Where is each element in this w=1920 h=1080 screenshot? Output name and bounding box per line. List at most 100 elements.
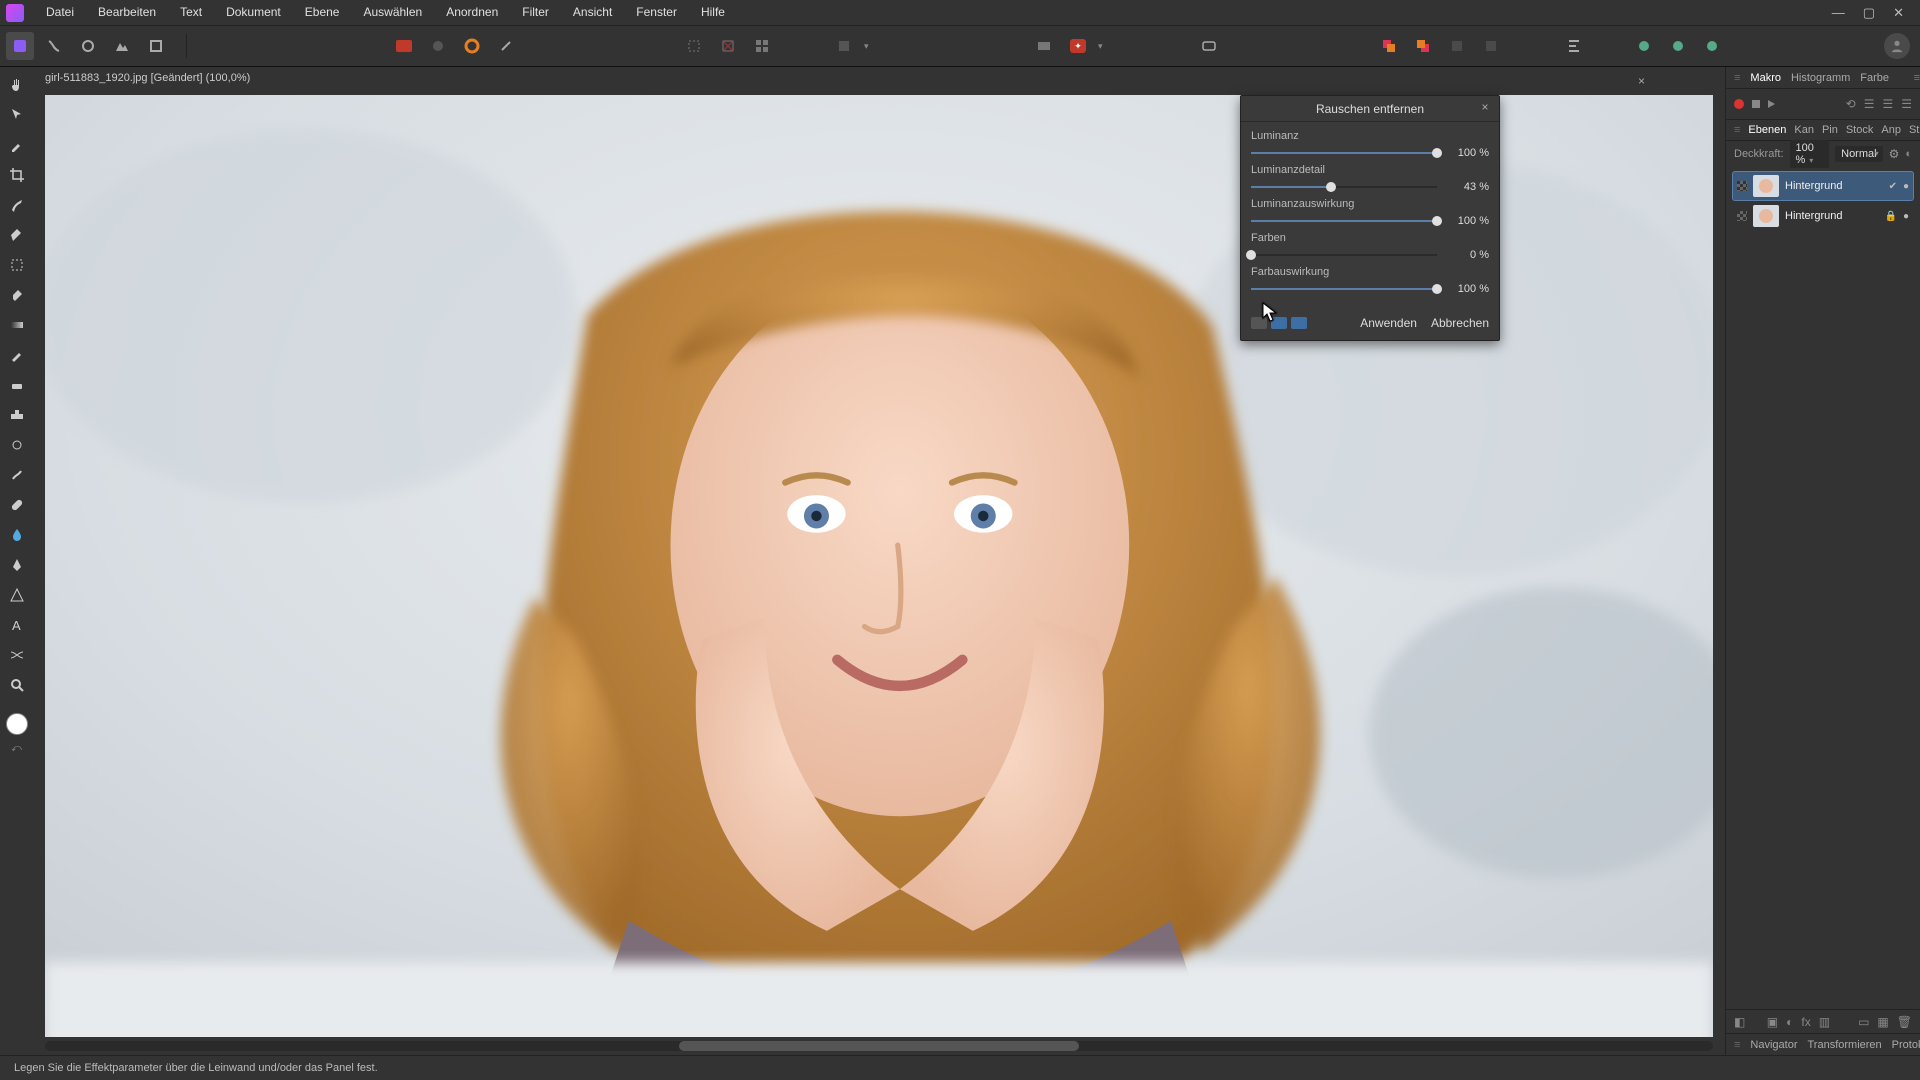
footer-add-icon[interactable]: ▦ xyxy=(1877,1015,1888,1029)
slider-value-luminanzdetail[interactable]: 43 % xyxy=(1445,181,1489,193)
tab-pin[interactable]: Pin xyxy=(1822,124,1838,136)
toolbar-grid-b-icon[interactable] xyxy=(714,32,742,60)
tool-healing-icon[interactable] xyxy=(5,493,29,517)
panel-handle-icon-3[interactable]: ≡ xyxy=(1734,1039,1740,1051)
tool-mesh-icon[interactable] xyxy=(5,643,29,667)
toolbar-arrange-d-icon[interactable] xyxy=(1477,32,1505,60)
menu-text[interactable]: Text xyxy=(168,0,214,25)
slider-value-luminanzauswirkung[interactable]: 100 % xyxy=(1445,215,1489,227)
slider-farben[interactable] xyxy=(1251,248,1437,262)
tool-colorpicker-icon[interactable] xyxy=(5,133,29,157)
horizontal-scrollbar[interactable] xyxy=(45,1041,1713,1051)
layer-lock-icon[interactable]: 🔒 xyxy=(1885,211,1897,222)
tool-paintbrush-icon[interactable] xyxy=(5,343,29,367)
footer-mask-icon[interactable]: ▣ xyxy=(1767,1015,1778,1029)
macro-stop-icon[interactable] xyxy=(1752,100,1760,108)
document-tab[interactable]: girl-511883_1920.jpg [Geändert] (100,0%) xyxy=(33,67,1725,89)
foreground-color-swatch[interactable] xyxy=(6,713,28,735)
tool-erase-icon[interactable] xyxy=(5,373,29,397)
toolbar-quickmask-icon[interactable] xyxy=(830,32,858,60)
tool-flood-select-icon[interactable] xyxy=(5,223,29,247)
menu-ebene[interactable]: Ebene xyxy=(293,0,352,25)
toolbar-insert-c-icon[interactable] xyxy=(1698,32,1726,60)
tab-farbe[interactable]: Farbe xyxy=(1860,72,1889,84)
slider-value-farbauswirkung[interactable]: 100 % xyxy=(1445,283,1489,295)
toolbar-swatch-b-icon[interactable] xyxy=(424,32,452,60)
slider-farbauswirkung[interactable] xyxy=(1251,282,1437,296)
footer-clip-icon[interactable]: ▥ xyxy=(1819,1015,1830,1029)
toolbar-swatch-color-icon[interactable] xyxy=(458,32,486,60)
layer-extra-icon[interactable]: ◐ xyxy=(1905,148,1912,160)
toolbar-dropdown-a-icon[interactable]: ▾ xyxy=(864,41,869,52)
tool-blur-icon[interactable] xyxy=(5,523,29,547)
tool-pen-icon[interactable] xyxy=(5,553,29,577)
tab-navigator[interactable]: Navigator xyxy=(1750,1039,1797,1051)
persona-develop-icon[interactable] xyxy=(74,32,102,60)
dialog-cancel-button[interactable]: Abbrechen xyxy=(1431,316,1489,330)
tool-move-icon[interactable] xyxy=(5,103,29,127)
layer-check-icon[interactable]: ✔ xyxy=(1889,181,1897,192)
layer-name[interactable]: Hintergrund xyxy=(1785,180,1883,192)
menu-anordnen[interactable]: Anordnen xyxy=(434,0,510,25)
toolbar-grid-a-icon[interactable] xyxy=(680,32,708,60)
tab-stil[interactable]: Stil xyxy=(1909,124,1920,136)
toolbar-assistant-icon[interactable]: ✦ xyxy=(1064,32,1092,60)
toolbar-swatch-red-icon[interactable] xyxy=(390,32,418,60)
window-close-icon[interactable]: ✕ xyxy=(1893,5,1904,21)
tab-transformieren[interactable]: Transformieren xyxy=(1808,1039,1882,1051)
preview-mode-b-icon[interactable] xyxy=(1271,317,1287,329)
menu-hilfe[interactable]: Hilfe xyxy=(689,0,737,25)
toolbar-swatch-d-icon[interactable] xyxy=(492,32,520,60)
slider-value-luminanz[interactable]: 100 % xyxy=(1445,147,1489,159)
toolbar-dropdown-b-icon[interactable]: ▾ xyxy=(1098,41,1103,52)
tool-zoom-icon[interactable] xyxy=(5,673,29,697)
tool-marquee-icon[interactable] xyxy=(5,253,29,277)
slider-value-farben[interactable]: 0 % xyxy=(1445,249,1489,261)
persona-photo-icon[interactable] xyxy=(6,32,34,60)
footer-icon-a[interactable]: ◧ xyxy=(1734,1015,1745,1029)
tool-text-icon[interactable]: A xyxy=(5,613,29,637)
layer-dot-icon[interactable]: ● xyxy=(1903,211,1909,222)
tab-anp[interactable]: Anp xyxy=(1881,124,1901,136)
menu-fenster[interactable]: Fenster xyxy=(624,0,689,25)
menu-filter[interactable]: Filter xyxy=(510,0,561,25)
persona-export-icon[interactable] xyxy=(142,32,170,60)
tool-crop-icon[interactable] xyxy=(5,163,29,187)
tool-shape-icon[interactable] xyxy=(5,583,29,607)
tool-gradient-icon[interactable] xyxy=(5,313,29,337)
preview-mode-c-icon[interactable] xyxy=(1291,317,1307,329)
blend-mode-select[interactable]: Normal xyxy=(1835,146,1882,162)
window-maximize-icon[interactable]: ▢ xyxy=(1863,5,1875,21)
menu-bearbeiten[interactable]: Bearbeiten xyxy=(86,0,168,25)
tab-ebenen[interactable]: Ebenen xyxy=(1748,124,1786,136)
tab-kanaele[interactable]: Kan xyxy=(1794,124,1814,136)
tool-selection-brush-icon[interactable] xyxy=(5,193,29,217)
document-tab-close-icon[interactable]: × xyxy=(1638,74,1645,88)
menu-dokument[interactable]: Dokument xyxy=(214,0,293,25)
toolbar-align-icon[interactable] xyxy=(1560,32,1588,60)
window-minimize-icon[interactable]: — xyxy=(1832,5,1845,21)
toolbar-grid-c-icon[interactable] xyxy=(748,32,776,60)
preview-mode-a-icon[interactable] xyxy=(1251,317,1267,329)
layer-row-0[interactable]: Hintergrund ✔ ● xyxy=(1732,171,1914,201)
footer-adjust-icon[interactable]: ◐ xyxy=(1786,1015,1793,1029)
layer-name[interactable]: Hintergrund xyxy=(1785,210,1879,222)
tool-clone-icon[interactable] xyxy=(5,403,29,427)
macro-record-icon[interactable] xyxy=(1734,99,1744,109)
toolbar-preview-icon[interactable] xyxy=(1195,32,1223,60)
macro-opt-b-icon[interactable]: ☰ xyxy=(1864,97,1875,111)
toolbar-insert-a-icon[interactable] xyxy=(1630,32,1658,60)
layer-dot-icon[interactable]: ● xyxy=(1903,181,1909,192)
tool-dodge-icon[interactable] xyxy=(5,433,29,457)
macro-play-icon[interactable] xyxy=(1768,100,1775,108)
persona-tone-icon[interactable] xyxy=(108,32,136,60)
dialog-close-icon[interactable]: × xyxy=(1477,100,1493,116)
slider-luminanzdetail[interactable] xyxy=(1251,180,1437,194)
layer-visibility-icon[interactable] xyxy=(1737,181,1747,191)
layer-visibility-icon[interactable] xyxy=(1737,211,1747,221)
tab-makro[interactable]: Makro xyxy=(1750,72,1781,84)
tool-flood-fill-icon[interactable] xyxy=(5,283,29,307)
tab-stock[interactable]: Stock xyxy=(1846,124,1874,136)
footer-fx-icon[interactable]: fx xyxy=(1801,1015,1810,1029)
toolbar-arrange-c-icon[interactable] xyxy=(1443,32,1471,60)
